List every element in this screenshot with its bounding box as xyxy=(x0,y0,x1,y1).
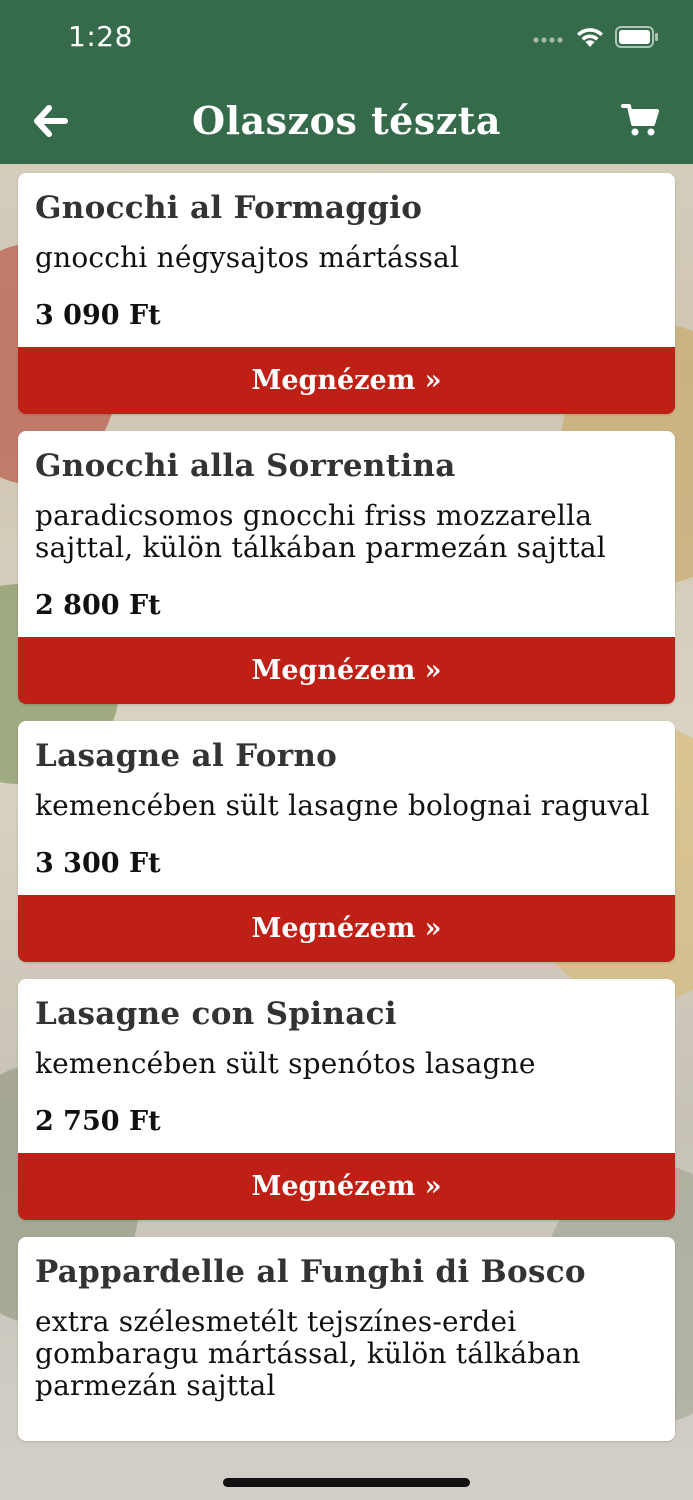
product-title: Lasagne con Spinaci xyxy=(35,996,397,1032)
view-product-button[interactable]: Megnézem » xyxy=(18,1153,675,1220)
home-indicator[interactable] xyxy=(223,1478,470,1487)
product-title: Gnocchi al Formaggio xyxy=(35,190,423,226)
product-price: 3 090 Ft xyxy=(35,300,161,331)
product-title: Gnocchi alla Sorrentina xyxy=(35,448,456,484)
product-price: 2 800 Ft xyxy=(35,590,161,621)
product-description: extra szélesmetélt tejszínes-erdei gomba… xyxy=(35,1305,581,1402)
cart-button[interactable] xyxy=(619,100,663,144)
product-card: Lasagne al Forno kemencében sült lasagne… xyxy=(18,721,675,962)
product-title: Pappardelle al Funghi di Bosco xyxy=(35,1254,586,1290)
view-product-button[interactable]: Megnézem » xyxy=(18,347,675,414)
wifi-icon xyxy=(575,25,605,53)
product-description: paradicsomos gnocchi friss mozzarella sa… xyxy=(35,499,606,564)
cart-icon xyxy=(621,102,661,142)
product-card: Gnocchi alla Sorrentina paradicsomos gno… xyxy=(18,431,675,704)
signal-icon xyxy=(533,30,565,49)
view-product-button[interactable]: Megnézem » xyxy=(18,637,675,704)
product-title: Lasagne al Forno xyxy=(35,738,338,774)
status-icons xyxy=(533,24,659,54)
product-price: 2 750 Ft xyxy=(35,1106,161,1137)
product-list: Gnocchi al Formaggio gnocchi négysajtos … xyxy=(18,173,675,1458)
battery-icon xyxy=(615,26,659,52)
product-card: Lasagne con Spinaci kemencében sült spen… xyxy=(18,979,675,1220)
product-description: gnocchi négysajtos mártással xyxy=(35,241,460,274)
product-description: kemencében sült lasagne bolognai raguval xyxy=(35,789,650,822)
product-card: Pappardelle al Funghi di Bosco extra szé… xyxy=(18,1237,675,1441)
status-bar: 1:28 xyxy=(0,0,693,80)
view-product-button[interactable]: Megnézem » xyxy=(18,895,675,962)
page-title: Olaszos tészta xyxy=(192,98,501,143)
product-price xyxy=(35,1427,658,1441)
status-time: 1:28 xyxy=(68,20,133,53)
product-description: kemencében sült spenótos lasagne xyxy=(35,1047,536,1080)
nav-bar: Olaszos tészta xyxy=(0,80,693,164)
product-price: 3 300 Ft xyxy=(35,848,161,879)
product-card: Gnocchi al Formaggio gnocchi négysajtos … xyxy=(18,173,675,414)
